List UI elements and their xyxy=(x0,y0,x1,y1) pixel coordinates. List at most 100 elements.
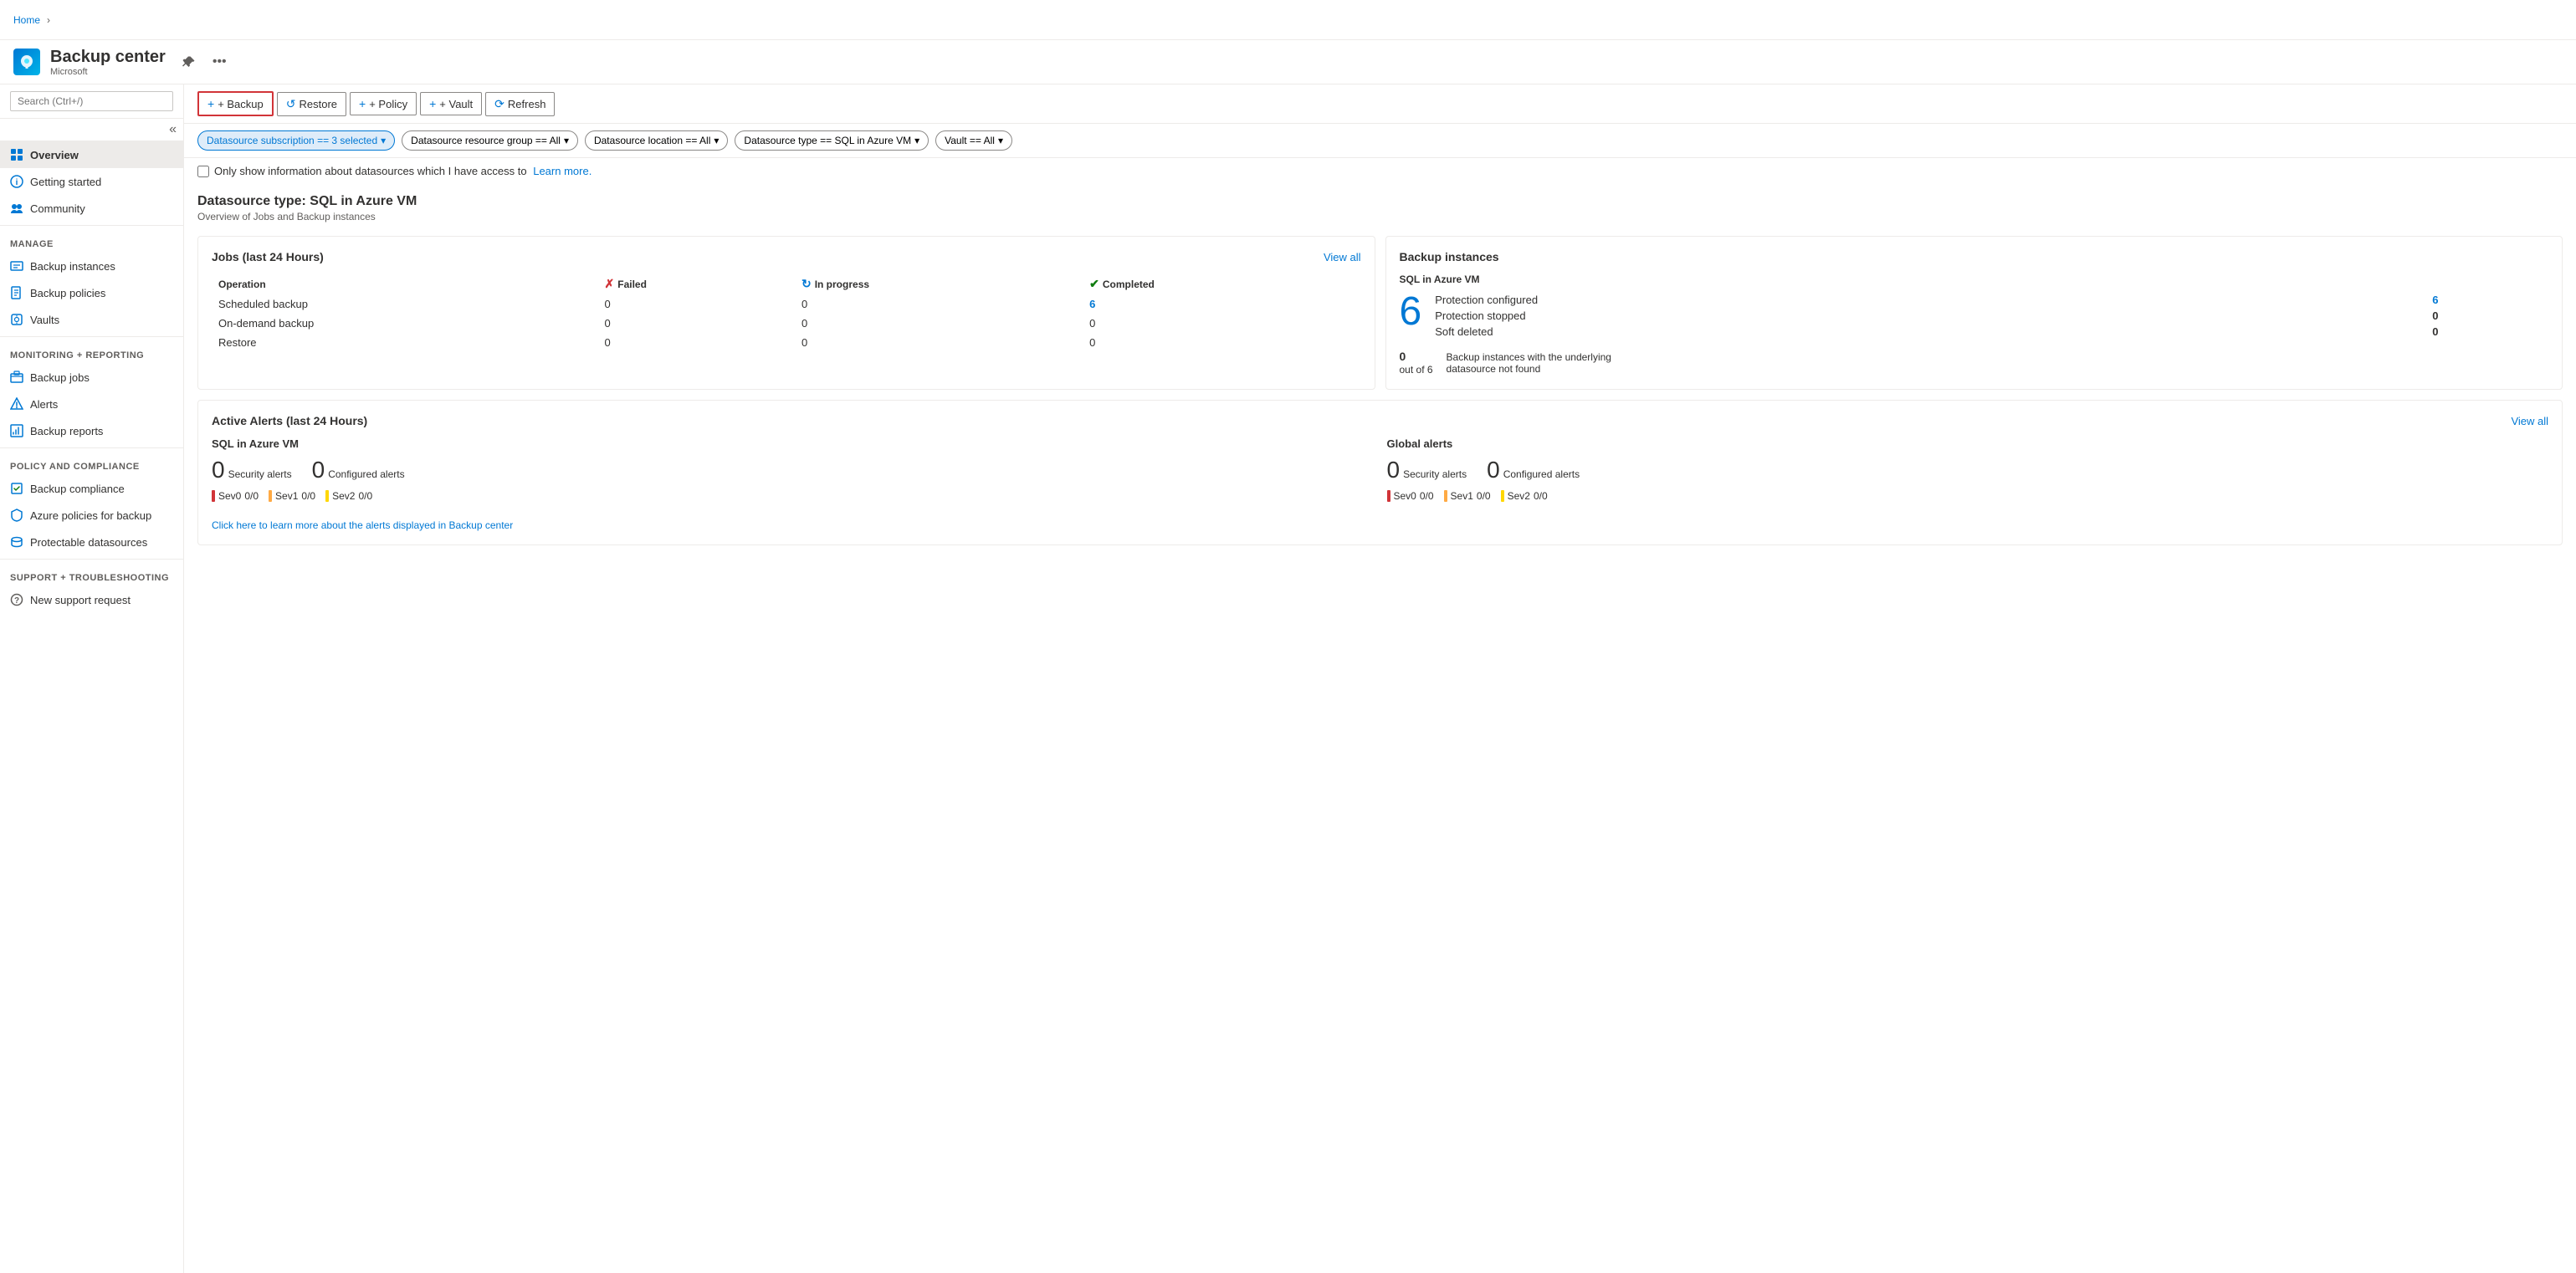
global-sev2-label: Sev2 xyxy=(1508,490,1530,502)
toolbar: + + Backup ↺ Restore + + Policy + + Vaul… xyxy=(184,84,2576,124)
bi-datasource-type: SQL in Azure VM xyxy=(1400,274,2549,285)
sidebar-item-vaults[interactable]: Vaults xyxy=(0,306,183,333)
col-in-progress: ↻ In progress xyxy=(795,274,1083,294)
sidebar-search-container xyxy=(0,84,183,119)
global-sev0-value: 0/0 xyxy=(1420,490,1434,502)
filter-chevron-down-icon: ▾ xyxy=(381,135,386,146)
alerts-card-title: Active Alerts (last 24 Hours) xyxy=(212,414,367,427)
col-failed: ✗ Failed xyxy=(598,274,795,294)
row-in-progress: 0 xyxy=(795,294,1083,314)
learn-more-link[interactable]: Learn more. xyxy=(533,165,592,177)
filter-resource-group[interactable]: Datasource resource group == All ▾ xyxy=(402,130,578,151)
col-completed: ✔ Completed xyxy=(1083,274,1360,294)
sidebar-label-azure-policies: Azure policies for backup xyxy=(30,509,151,522)
vault-button[interactable]: + + Vault xyxy=(420,92,482,115)
app-title: Backup center xyxy=(50,47,166,67)
alerts-view-all-link[interactable]: View all xyxy=(2511,415,2548,427)
row-failed: 0 xyxy=(598,294,795,314)
bi-protection-configured-value[interactable]: 6 xyxy=(2425,292,2548,308)
jobs-card-title: Jobs (last 24 Hours) xyxy=(212,250,324,263)
global-configured-count: 0 xyxy=(1487,457,1500,483)
row-in-progress: 0 xyxy=(795,333,1083,352)
global-configured-label: Configured alerts xyxy=(1503,468,1580,480)
global-security-count: 0 xyxy=(1387,457,1401,483)
jobs-view-all-link[interactable]: View all xyxy=(1324,251,1361,263)
sidebar-label-backup-compliance: Backup compliance xyxy=(30,483,125,495)
policy-plus-icon: + xyxy=(359,97,366,110)
more-button[interactable]: ••• xyxy=(209,51,230,73)
sidebar-item-backup-compliance[interactable]: Backup compliance xyxy=(0,475,183,502)
sql-sev2-bar xyxy=(325,490,329,502)
filter-vault[interactable]: Vault == All ▾ xyxy=(935,130,1012,151)
global-sev0-bar xyxy=(1387,490,1390,502)
global-sev-row: Sev0 0/0 Sev1 0/0 Sev2 0/0 xyxy=(1387,490,2549,502)
sidebar-item-backup-reports[interactable]: Backup reports xyxy=(0,417,183,444)
completed-link[interactable]: 6 xyxy=(1089,298,1095,310)
filter-subscription[interactable]: Datasource subscription == 3 selected ▾ xyxy=(197,130,395,151)
filter-location[interactable]: Datasource location == All ▾ xyxy=(585,130,728,151)
sidebar-item-new-support-request[interactable]: ? New support request xyxy=(0,586,183,613)
pin-button[interactable] xyxy=(179,52,199,72)
sidebar-collapse-button[interactable]: « xyxy=(0,119,183,141)
alerts-footer: Click here to learn more about the alert… xyxy=(212,519,2548,531)
table-row: Scheduled backup 0 0 6 xyxy=(212,294,1361,314)
policy-button[interactable]: + + Policy xyxy=(350,92,417,115)
sidebar-item-protectable-datasources[interactable]: Protectable datasources xyxy=(0,529,183,555)
sidebar-item-overview[interactable]: Overview xyxy=(0,141,183,168)
azure-policies-icon xyxy=(10,509,23,522)
sql-sev2-value: 0/0 xyxy=(358,490,372,502)
breadcrumb-home[interactable]: Home xyxy=(13,14,40,26)
completed-header: ✔ Completed xyxy=(1089,277,1354,291)
bi-footer-count: 0 out of 6 xyxy=(1400,350,1433,376)
global-sev1-label: Sev1 xyxy=(1451,490,1473,502)
filter-vault-label: Vault == All xyxy=(945,135,995,146)
app-subtitle: Microsoft xyxy=(50,67,166,77)
cards-grid: Jobs (last 24 Hours) View all Operation … xyxy=(184,226,2576,555)
in-progress-header: ↻ In progress xyxy=(801,277,1076,291)
search-input[interactable] xyxy=(10,91,173,111)
alerts-card-header: Active Alerts (last 24 Hours) View all xyxy=(212,414,2548,427)
sidebar-label-getting-started: Getting started xyxy=(30,176,101,188)
global-sev0: Sev0 0/0 xyxy=(1387,490,1434,502)
sidebar-item-azure-policies[interactable]: Azure policies for backup xyxy=(0,502,183,529)
backup-compliance-icon xyxy=(10,482,23,495)
backup-reports-icon xyxy=(10,424,23,437)
sidebar-item-getting-started[interactable]: i Getting started xyxy=(0,168,183,195)
refresh-button[interactable]: ⟳ Refresh xyxy=(485,92,555,116)
backup-instances-card: Backup instances SQL in Azure VM 6 Prote… xyxy=(1385,236,2563,390)
bi-footer: 0 out of 6 Backup instances with the und… xyxy=(1400,350,2549,376)
access-checkbox[interactable] xyxy=(197,166,209,177)
policy-label: + Policy xyxy=(369,98,407,110)
restore-icon: ↺ xyxy=(286,97,296,111)
global-sev0-label: Sev0 xyxy=(1394,490,1416,502)
vault-label: + Vault xyxy=(439,98,473,110)
backup-button[interactable]: + + Backup xyxy=(197,91,274,116)
sql-sev-row: Sev0 0/0 Sev1 0/0 Sev2 0/0 xyxy=(212,490,1374,502)
sidebar-item-backup-policies[interactable]: Backup policies xyxy=(0,279,183,306)
breadcrumb-sep: › xyxy=(47,14,50,26)
row-failed: 0 xyxy=(598,314,795,333)
filter-subscription-label: Datasource subscription == 3 selected xyxy=(207,135,377,146)
bi-total-number[interactable]: 6 xyxy=(1400,292,1422,340)
bi-card-title: Backup instances xyxy=(1400,250,1499,263)
filter-location-label: Datasource location == All xyxy=(594,135,710,146)
restore-button[interactable]: ↺ Restore xyxy=(277,92,346,116)
sidebar-item-backup-instances[interactable]: Backup instances xyxy=(0,253,183,279)
sidebar-item-community[interactable]: Community xyxy=(0,195,183,222)
jobs-table-header-row: Operation ✗ Failed ↻ In progress xyxy=(212,274,1361,294)
sidebar-item-backup-jobs[interactable]: Backup jobs xyxy=(0,364,183,391)
filter-datasource-type[interactable]: Datasource type == SQL in Azure VM ▾ xyxy=(735,130,929,151)
alerts-footer-link[interactable]: Click here to learn more about the alert… xyxy=(212,519,513,531)
filter-vault-chevron-icon: ▾ xyxy=(998,135,1003,146)
filter-loc-chevron-icon: ▾ xyxy=(714,135,719,146)
support-icon: ? xyxy=(10,593,23,606)
filter-ds-chevron-icon: ▾ xyxy=(914,135,919,146)
jobs-card: Jobs (last 24 Hours) View all Operation … xyxy=(197,236,1375,390)
sql-configured-count: 0 xyxy=(312,457,325,483)
sidebar-item-alerts[interactable]: Alerts xyxy=(0,391,183,417)
sql-sev2: Sev2 0/0 xyxy=(325,490,372,502)
section-title-heading: Datasource type: SQL in Azure VM xyxy=(197,194,2563,209)
refresh-icon: ⟳ xyxy=(494,97,504,111)
in-progress-icon: ↻ xyxy=(801,277,812,291)
sql-sev1-label: Sev1 xyxy=(275,490,298,502)
